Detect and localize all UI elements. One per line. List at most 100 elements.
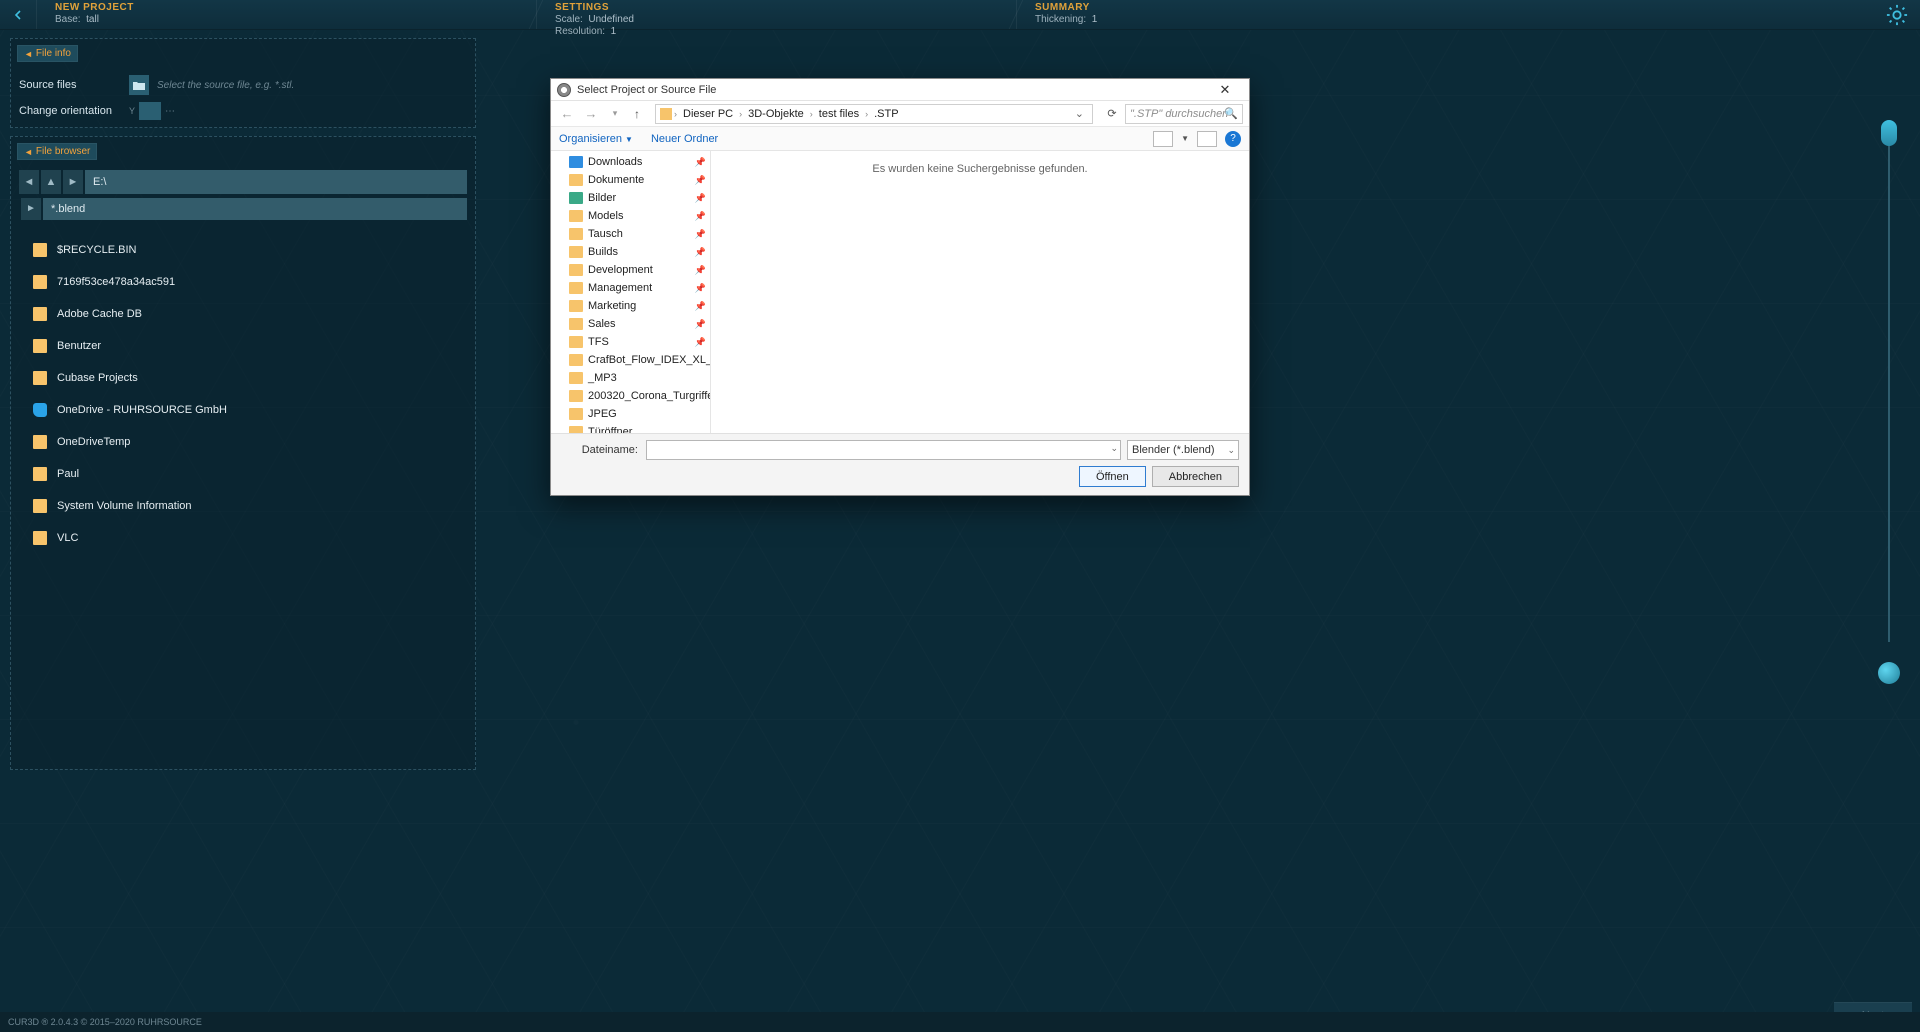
filter-input[interactable]: ► *.blend [43,198,467,220]
pin-icon: 📌 [695,193,706,204]
breadcrumb[interactable]: › Dieser PC › 3D-Objekte › test files › … [655,104,1093,124]
slider-handle-bottom[interactable] [1878,662,1900,684]
cancel-button[interactable]: Abbrechen [1152,466,1239,487]
pin-icon: 📌 [695,283,706,294]
tree-node[interactable]: _MP3 [551,369,710,387]
crumb[interactable]: Dieser PC [679,108,737,120]
panel-header[interactable]: ◄File browser [17,143,475,160]
path-up-button[interactable]: ▲ [41,170,61,194]
dialog-titlebar[interactable]: Select Project or Source File ✕ [551,79,1249,101]
panel-title: File browser [36,146,90,157]
tree-node[interactable]: Tausch📌 [551,225,710,243]
tree-node[interactable]: JPEG [551,405,710,423]
doc-icon [569,372,583,384]
crumb[interactable]: 3D-Objekte [744,108,808,120]
tree-label: Türöffner [588,426,632,433]
tab-new-project[interactable]: NEW PROJECT Base: tall [36,0,536,29]
tree-label: Downloads [588,156,642,168]
open-file-button[interactable] [129,75,149,95]
nav-up-button[interactable]: ↑ [629,107,645,121]
help-button[interactable]: ? [1225,131,1241,147]
path-forward-button[interactable]: ► [63,170,83,194]
tree-node[interactable]: Development📌 [551,261,710,279]
folder-icon [33,371,47,385]
list-item[interactable]: Cubase Projects [19,362,467,394]
vertical-slider[interactable] [1878,100,1900,972]
tree-label: Builds [588,246,618,258]
open-button[interactable]: Öffnen [1079,466,1146,487]
tree-label: CrafBot_Flow_IDEX_XL_AME [588,354,710,366]
nav-forward-button[interactable]: → [581,106,601,121]
orientation-row: Change orientation Y ⋯ [19,98,467,124]
item-label: OneDriveTemp [57,436,130,448]
list-item[interactable]: Paul [19,458,467,490]
list-item[interactable]: Benutzer [19,330,467,362]
close-button[interactable]: ✕ [1207,82,1243,98]
tree-node[interactable]: Dokumente📌 [551,171,710,189]
tab-summary[interactable]: SUMMARY Thickening: 1 [1016,0,1874,29]
crumb-dropdown[interactable]: ⌄ [1071,107,1088,120]
filename-input[interactable]: ⌄ [646,440,1121,460]
tree-node[interactable]: Marketing📌 [551,297,710,315]
tree-node[interactable]: Türöffner [551,423,710,433]
nav-recent-button[interactable]: ▾ [605,108,625,119]
panel-title: File info [36,48,71,59]
img-icon [569,192,583,204]
slider-track [1888,140,1890,642]
item-label: 7169f53ce478a34ac591 [57,276,175,288]
item-label: Adobe Cache DB [57,308,142,320]
list-item[interactable]: Adobe Cache DB [19,298,467,330]
tree-node[interactable]: Management📌 [551,279,710,297]
back-button[interactable] [0,0,36,29]
tree-node[interactable]: TFS📌 [551,333,710,351]
list-item[interactable]: VLC [19,522,467,554]
list-item[interactable]: $RECYCLE.BIN [19,234,467,266]
tree-node[interactable]: CrafBot_Flow_IDEX_XL_AME [551,351,710,369]
search-input[interactable]: ".STP" durchsuchen 🔍 [1125,104,1243,124]
search-icon: 🔍 [1224,107,1238,120]
doc-icon [569,210,583,222]
tree-node[interactable]: Models📌 [551,207,710,225]
path-input[interactable]: E:\ [85,170,467,194]
tree-node[interactable]: 200320_Corona_Turgriffe [551,387,710,405]
organize-menu[interactable]: Organisieren ▼ [559,133,633,145]
panel-header[interactable]: ◄File info [17,45,475,62]
tree-node[interactable]: Bilder📌 [551,189,710,207]
orientation-label: Change orientation [19,105,129,117]
folder-tree[interactable]: Downloads📌Dokumente📌Bilder📌Models📌Tausch… [551,151,711,433]
filter-expand-button[interactable]: ► [21,198,41,220]
list-item[interactable]: OneDrive - RUHRSOURCE GmbH [19,394,467,426]
orientation-toggle[interactable] [139,102,161,120]
settings-gear-button[interactable] [1874,0,1920,29]
folder-icon [33,531,47,545]
chevron-left-icon: ◄ [24,49,33,59]
nav-back-button[interactable]: ← [557,106,577,121]
pin-icon: 📌 [695,319,706,330]
status-bar: CUR3D ® 2.0.4.3 © 2015–2020 RUHRSOURCE [0,1012,1920,1032]
crumb[interactable]: .STP [870,108,902,120]
tree-node[interactable]: Downloads📌 [551,153,710,171]
list-item[interactable]: 7169f53ce478a34ac591 [19,266,467,298]
new-folder-button[interactable]: Neuer Ordner [651,133,718,145]
tree-label: _MP3 [588,372,617,384]
status-text: CUR3D ® 2.0.4.3 © 2015–2020 RUHRSOURCE [8,1017,202,1027]
filetype-combo[interactable]: Blender (*.blend) ⌄ [1127,440,1239,460]
slider-handle-top[interactable] [1881,120,1897,146]
tree-label: JPEG [588,408,617,420]
view-mode-button[interactable] [1153,131,1173,147]
doc-icon [569,174,583,186]
doc-icon [569,246,583,258]
tree-node[interactable]: Builds📌 [551,243,710,261]
path-back-button[interactable]: ◄ [19,170,39,194]
left-panels: ◄File info Source files Select the sourc… [10,38,476,778]
folder-icon [33,243,47,257]
tab-settings[interactable]: SETTINGS Scale: Undefined Resolution: 1 [536,0,1016,29]
refresh-button[interactable]: ⟳ [1103,107,1121,120]
crumb[interactable]: test files [815,108,863,120]
preview-pane-button[interactable] [1197,131,1217,147]
doc-icon [569,408,583,420]
orientation-menu[interactable]: ⋯ [165,106,177,117]
list-item[interactable]: OneDriveTemp [19,426,467,458]
list-item[interactable]: System Volume Information [19,490,467,522]
tree-node[interactable]: Sales📌 [551,315,710,333]
